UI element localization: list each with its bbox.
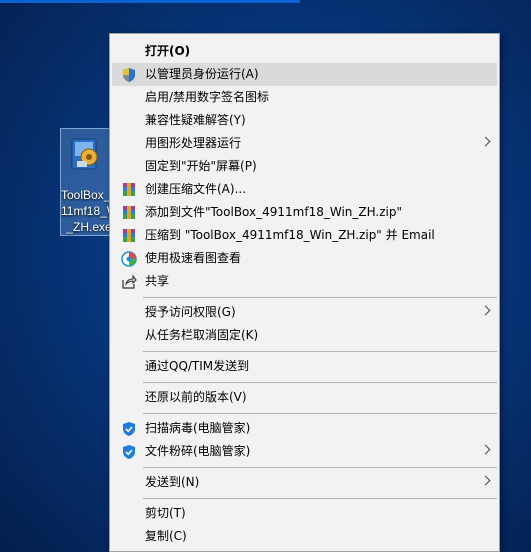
- image-viewer-icon: [121, 251, 137, 267]
- menu-item-add-to-zip[interactable]: 添加到文件"ToolBox_4911mf18_Win_ZH.zip": [112, 201, 497, 224]
- menu-separator: [143, 413, 497, 414]
- menu-item-open-with-viewer[interactable]: 使用极速看图查看: [112, 247, 497, 270]
- winrar-icon: [123, 206, 135, 219]
- toolbox-app-icon: [71, 138, 98, 170]
- menu-separator: [143, 382, 497, 383]
- menu-item-copy[interactable]: 复制(C): [112, 525, 497, 548]
- context-menu: 打开(O) 以管理员身份运行(A) 启用/禁用数字签名图标 兼容性疑难解答(Y)…: [109, 33, 500, 552]
- menu-item-label: 使用极速看图查看: [145, 251, 242, 265]
- menu-item-shred-file[interactable]: 文件粉碎(电脑管家): [112, 440, 497, 463]
- desktop-file-icon[interactable]: ToolBox_49 11mf18_Win _ZH.exe: [60, 128, 127, 236]
- menu-item-label: 复制(C): [145, 529, 187, 543]
- chevron-right-icon: [480, 444, 491, 455]
- menu-item-label: 启用/禁用数字签名图标: [145, 90, 270, 104]
- menu-item-toggle-signature-icon[interactable]: 启用/禁用数字签名图标: [112, 86, 497, 109]
- menu-item-cut[interactable]: 剪切(T): [112, 502, 497, 525]
- menu-item-label: 用图形处理器运行: [145, 136, 242, 150]
- menu-item-share[interactable]: 共享: [112, 270, 497, 293]
- menu-item-restore-previous[interactable]: 还原以前的版本(V): [112, 386, 497, 409]
- chevron-right-icon: [480, 136, 491, 147]
- menu-item-label: 压缩到 "ToolBox_4911mf18_Win_ZH.zip" 并 Emai…: [145, 228, 435, 242]
- menu-item-send-via-qq[interactable]: 通过QQ/TIM发送到: [112, 355, 497, 378]
- menu-item-label: 授予访问权限(G): [145, 305, 236, 319]
- menu-item-run-as-admin[interactable]: 以管理员身份运行(A): [112, 63, 497, 86]
- menu-item-label: 创建压缩文件(A)...: [145, 182, 247, 196]
- winrar-icon: [123, 183, 135, 196]
- menu-item-label: 兼容性疑难解答(Y): [145, 113, 246, 127]
- menu-separator: [143, 351, 497, 352]
- menu-item-label: 剪切(T): [145, 506, 186, 520]
- share-icon: [122, 274, 137, 289]
- menu-item-label: 从任务栏取消固定(K): [145, 328, 259, 342]
- menu-item-open[interactable]: 打开(O): [112, 40, 497, 63]
- menu-item-pin-to-start[interactable]: 固定到"开始"屏幕(P): [112, 155, 497, 178]
- menu-item-troubleshoot-compat[interactable]: 兼容性疑难解答(Y): [112, 109, 497, 132]
- menu-separator: [143, 297, 497, 298]
- menu-item-zip-and-email[interactable]: 压缩到 "ToolBox_4911mf18_Win_ZH.zip" 并 Emai…: [112, 224, 497, 247]
- menu-item-label: 发送到(N): [145, 475, 200, 489]
- menu-item-label: 文件粉碎(电脑管家): [145, 444, 251, 458]
- chevron-right-icon: [480, 305, 491, 316]
- menu-item-grant-access[interactable]: 授予访问权限(G): [112, 301, 497, 324]
- window-top-edge: [0, 0, 300, 3]
- chevron-right-icon: [480, 475, 491, 486]
- menu-item-label: 固定到"开始"屏幕(P): [145, 159, 257, 173]
- menu-item-label: 共享: [145, 274, 170, 288]
- tencent-shield-icon: [123, 445, 135, 459]
- shield-icon: [123, 68, 135, 82]
- menu-item-unpin-taskbar[interactable]: 从任务栏取消固定(K): [112, 324, 497, 347]
- menu-item-label: 还原以前的版本(V): [145, 390, 247, 404]
- menu-item-label: 以管理员身份运行(A): [145, 67, 259, 81]
- menu-item-create-archive[interactable]: 创建压缩文件(A)...: [112, 178, 497, 201]
- tencent-shield-icon: [123, 422, 135, 436]
- menu-item-label: 打开(O): [145, 44, 191, 58]
- menu-item-label: 扫描病毒(电脑管家): [145, 421, 251, 435]
- menu-item-send-to[interactable]: 发送到(N): [112, 471, 497, 494]
- menu-item-run-with-gpu[interactable]: 用图形处理器运行: [112, 132, 497, 155]
- menu-separator: [143, 467, 497, 468]
- menu-item-label: 添加到文件"ToolBox_4911mf18_Win_ZH.zip": [145, 205, 403, 219]
- menu-item-scan-virus[interactable]: 扫描病毒(电脑管家): [112, 417, 497, 440]
- menu-item-label: 通过QQ/TIM发送到: [145, 359, 250, 373]
- menu-separator: [143, 498, 497, 499]
- winrar-icon: [123, 229, 135, 242]
